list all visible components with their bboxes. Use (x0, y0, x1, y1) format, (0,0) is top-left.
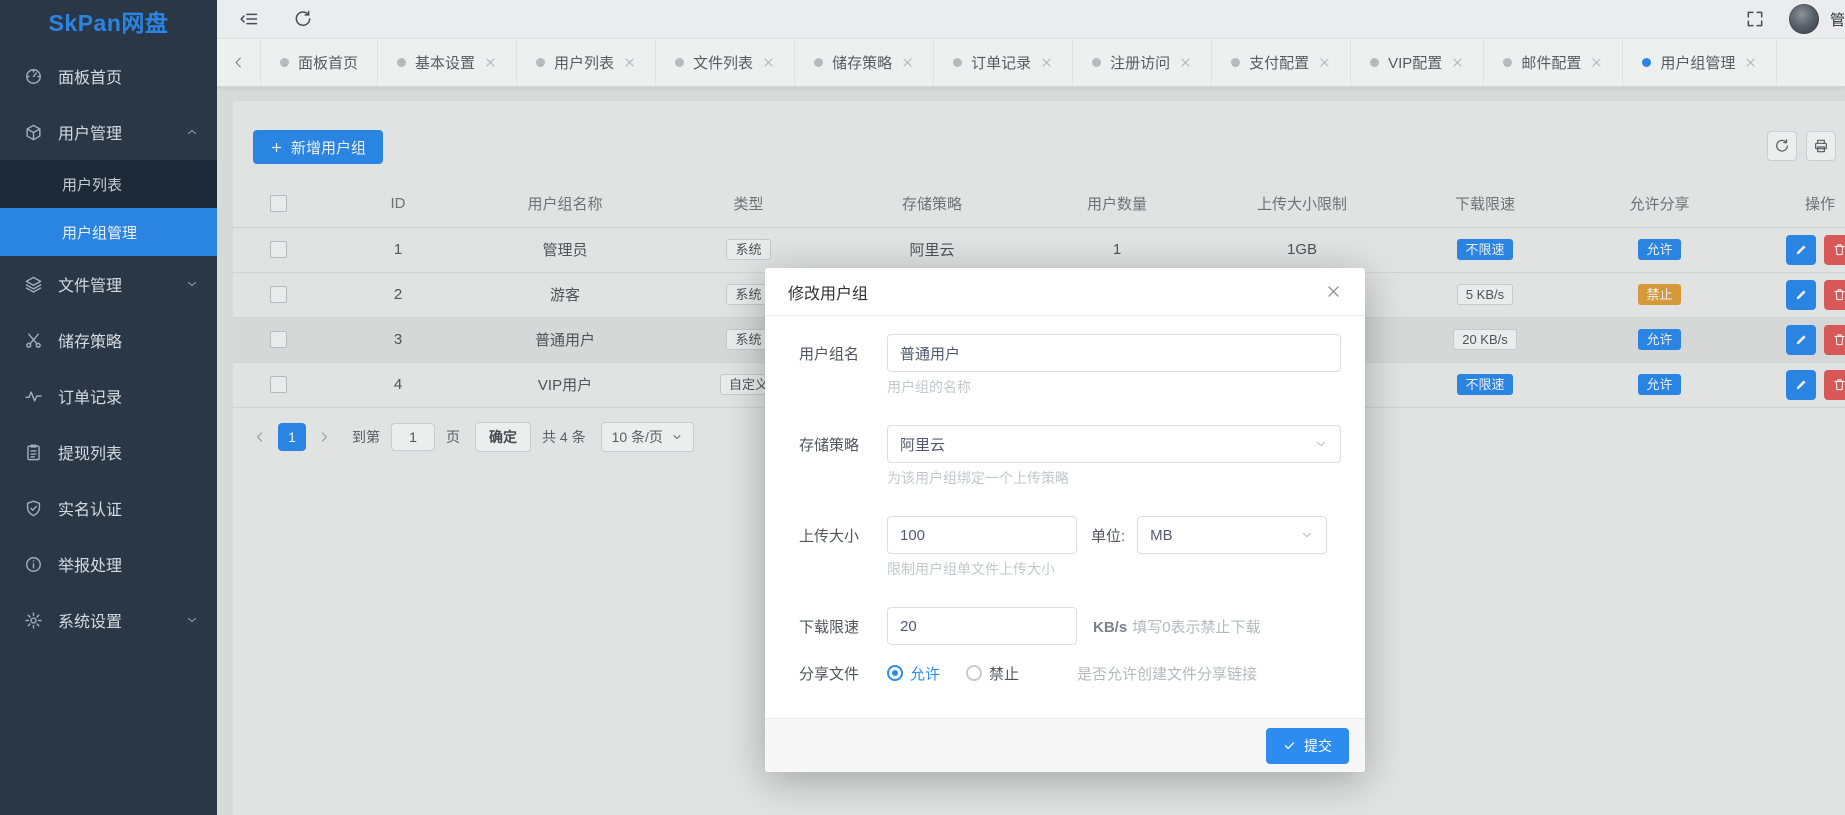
radio-selected-icon (887, 665, 903, 681)
modal-footer: 提交 (765, 718, 1365, 772)
radio-unselected-icon (966, 665, 982, 681)
modal-body: 用户组名 用户组的名称 存储策略 阿里云 为该用户组绑定一个上传策略 上传大小 … (765, 316, 1365, 718)
group-name-input[interactable] (887, 334, 1341, 372)
storage-policy-hint: 为该用户组绑定一个上传策略 (887, 469, 1341, 487)
share-file-label: 分享文件 (789, 663, 859, 684)
upload-size-input[interactable] (887, 516, 1077, 554)
modal-close-icon[interactable] (1325, 283, 1342, 300)
chevron-down-icon (1300, 528, 1314, 542)
share-deny-label: 禁止 (989, 663, 1019, 684)
edit-user-group-modal: 修改用户组 用户组名 用户组的名称 存储策略 阿里云 为该用户组绑定一个上传策略… (765, 268, 1365, 772)
submit-label: 提交 (1304, 736, 1332, 756)
submit-button[interactable]: 提交 (1266, 728, 1349, 764)
group-name-hint: 用户组的名称 (887, 378, 1341, 396)
storage-policy-label: 存储策略 (789, 434, 859, 455)
storage-policy-value: 阿里云 (900, 434, 945, 455)
check-icon (1283, 739, 1296, 752)
group-name-label: 用户组名 (789, 343, 859, 364)
share-hint: 是否允许创建文件分享链接 (1077, 663, 1257, 684)
share-deny-radio[interactable]: 禁止 (966, 663, 1019, 684)
storage-policy-select[interactable]: 阿里云 (887, 425, 1341, 463)
upload-size-hint: 限制用户组单文件上传大小 (887, 560, 1341, 578)
unit-value: MB (1150, 527, 1173, 544)
download-limit-suffix: KB/s填写0表示禁止下载 (1093, 616, 1261, 637)
download-limit-input[interactable] (887, 607, 1077, 645)
unit-select[interactable]: MB (1137, 516, 1327, 554)
download-limit-label: 下载限速 (789, 616, 859, 637)
share-allow-radio[interactable]: 允许 (887, 663, 940, 684)
share-allow-label: 允许 (910, 663, 940, 684)
modal-header: 修改用户组 (765, 268, 1365, 316)
chevron-down-icon (1314, 437, 1328, 451)
modal-title: 修改用户组 (788, 280, 868, 304)
upload-size-label: 上传大小 (789, 525, 859, 546)
unit-label: 单位: (1091, 525, 1125, 546)
